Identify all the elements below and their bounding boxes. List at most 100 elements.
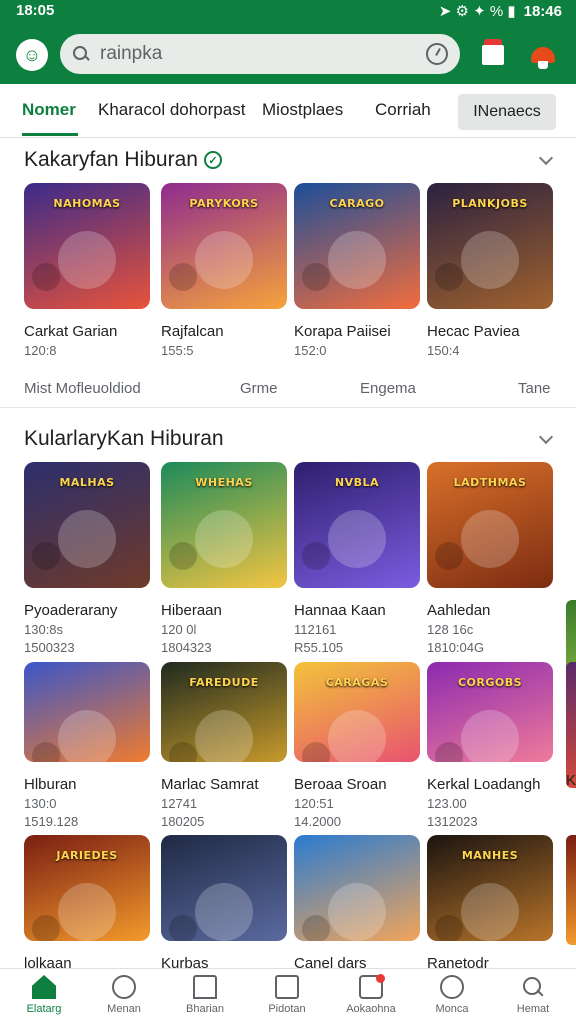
chevron-down-icon[interactable]	[538, 429, 554, 445]
nav-aokaohna[interactable]: Aokaohna	[330, 974, 412, 1015]
game-meta: 150:4	[427, 343, 460, 358]
character-art	[302, 263, 330, 291]
game-card[interactable]: MALHAS Pyoaderarany 130:8s 1500323	[24, 462, 150, 655]
next-card-peek[interactable]	[566, 662, 576, 788]
game-thumbnail[interactable]	[24, 662, 150, 762]
character-art	[58, 231, 116, 289]
game-card[interactable]: NAHOMAS Carkat Garian 120:8	[24, 183, 150, 358]
game-card[interactable]: PLANKJOBS Hecac Paviea 150:4	[427, 183, 553, 358]
game-title: Marlac Samrat	[161, 776, 259, 793]
character-art	[169, 742, 197, 762]
game-card[interactable]: MANHES Ranetodr	[427, 835, 553, 972]
next-card-peek[interactable]	[566, 835, 576, 945]
game-card[interactable]: CARAGO Korapa Paiisei 152:0	[294, 183, 420, 358]
game-title: Korapa Paiisei	[294, 323, 391, 340]
status-bar: 18:05 ➤ ⚙ ✦ % ▮ 18:46	[0, 0, 576, 24]
game-meta: 120:8	[24, 343, 57, 358]
game-thumbnail[interactable]	[161, 835, 287, 941]
tab-corriah[interactable]: Corriah	[375, 100, 431, 120]
game-card[interactable]: PARYKORS Rajfalcan 155:5	[161, 183, 287, 358]
tab-kharacol[interactable]: Kharacol dohorpast	[98, 100, 245, 120]
game-thumbnail[interactable]: PARYKORS	[161, 183, 287, 309]
game-thumbnail[interactable]: JARIEDES	[24, 835, 150, 941]
game-card[interactable]: CARAGAS Beroaa Sroan 120:51 14.2000	[294, 662, 420, 829]
section-title-text: KularlaryKan Hiburan	[24, 427, 224, 450]
game-thumbnail[interactable]: LADTHMAS	[427, 462, 553, 588]
game-card[interactable]: Hlburan 130:0 1519.128	[24, 662, 150, 829]
nav-elatarg[interactable]: Elatarg	[3, 975, 85, 1015]
game-card[interactable]: Canel dars	[294, 835, 420, 972]
nav-bharian[interactable]: Bharian	[164, 975, 246, 1015]
game-meta: R55.105	[294, 640, 344, 655]
category-label[interactable]: Mist Mofleuoldiod	[24, 380, 141, 397]
top-app-bar: 18:05 ➤ ⚙ ✦ % ▮ 18:46 ☺	[0, 0, 576, 84]
history-icon[interactable]	[426, 43, 448, 65]
mushroom-avatar-icon[interactable]	[528, 40, 558, 70]
status-time-left: 18:05	[16, 2, 55, 19]
character-art	[461, 510, 519, 568]
game-meta: 128 16c	[427, 622, 474, 637]
character-art	[195, 510, 253, 568]
next-card-title-peek: K	[566, 772, 576, 789]
chevron-down-icon[interactable]	[538, 150, 554, 166]
home-icon	[32, 975, 56, 999]
game-logo-text: PARYKORS	[189, 197, 259, 210]
game-meta: 1810:04G	[427, 640, 485, 655]
character-art	[328, 510, 386, 568]
notification-icon	[359, 974, 385, 999]
game-meta: 1519.128	[24, 814, 79, 829]
game-thumbnail[interactable]: WHEHAS	[161, 462, 287, 588]
game-thumbnail[interactable]: FAREDUDE	[161, 662, 287, 762]
game-thumbnail[interactable]: CARAGAS	[294, 662, 420, 762]
search-bar[interactable]	[60, 34, 460, 74]
section-divider	[0, 407, 576, 408]
app-logo-icon[interactable]: ☺	[16, 39, 48, 71]
nav-label: Pidotan	[268, 1003, 306, 1015]
game-card[interactable]: WHEHAS Hiberaan 120 0l 1804323	[161, 462, 287, 655]
category-label[interactable]: Tane	[518, 380, 551, 397]
game-card[interactable]: Kurbas	[161, 835, 287, 972]
category-label[interactable]: Engema	[360, 380, 416, 397]
section-title-2: KularlaryKan Hiburan	[24, 427, 224, 451]
game-meta: 130:0	[24, 796, 57, 811]
character-art	[435, 263, 463, 291]
game-meta: 152:0	[294, 343, 327, 358]
tab-inenaecs[interactable]: INenaecs	[458, 94, 556, 130]
search-icon	[521, 975, 545, 999]
character-art	[461, 710, 519, 762]
tab-nomer[interactable]: Nomer	[22, 100, 76, 120]
game-card[interactable]: JARIEDES lolkaan	[24, 835, 150, 972]
game-thumbnail[interactable]	[294, 835, 420, 941]
nav-monca[interactable]: Monca	[411, 975, 493, 1015]
nav-pidotan[interactable]: Pidotan	[246, 975, 328, 1015]
game-card[interactable]: LADTHMAS Aahledan 128 16c 1810:04G	[427, 462, 553, 655]
character-art	[435, 542, 463, 570]
game-thumbnail[interactable]: CARAGO	[294, 183, 420, 309]
box-icon	[275, 975, 299, 999]
verified-icon: ✓	[203, 151, 222, 169]
shop-icon[interactable]	[478, 39, 508, 70]
game-title: Beroaa Sroan	[294, 776, 387, 793]
game-thumbnail[interactable]: PLANKJOBS	[427, 183, 553, 309]
tab-miostplaes[interactable]: Miostplaes	[262, 100, 343, 120]
game-thumbnail[interactable]: NAHOMAS	[24, 183, 150, 309]
category-label[interactable]: Grme	[240, 380, 278, 397]
character-art	[461, 883, 519, 941]
game-card[interactable]: CORGOBS Kerkal Loadangh 123.00 1312023	[427, 662, 553, 829]
nav-hemat[interactable]: Hemat	[492, 975, 574, 1015]
game-thumbnail[interactable]: CORGOBS	[427, 662, 553, 762]
character-art	[169, 915, 197, 941]
game-card[interactable]: FAREDUDE Marlac Samrat 12741 180205	[161, 662, 287, 829]
character-art	[195, 231, 253, 289]
face-icon	[112, 975, 136, 999]
nav-menan[interactable]: Menan	[83, 975, 165, 1015]
character-art	[58, 510, 116, 568]
game-thumbnail[interactable]: MALHAS	[24, 462, 150, 588]
game-card[interactable]: NVBLA Hannaa Kaan 112161 R55.105	[294, 462, 420, 655]
game-meta: 120:51	[294, 796, 334, 811]
search-input[interactable]	[100, 43, 400, 65]
character-art	[32, 542, 60, 570]
game-thumbnail[interactable]: NVBLA	[294, 462, 420, 588]
game-logo-text: CARAGO	[329, 197, 385, 210]
game-thumbnail[interactable]: MANHES	[427, 835, 553, 941]
